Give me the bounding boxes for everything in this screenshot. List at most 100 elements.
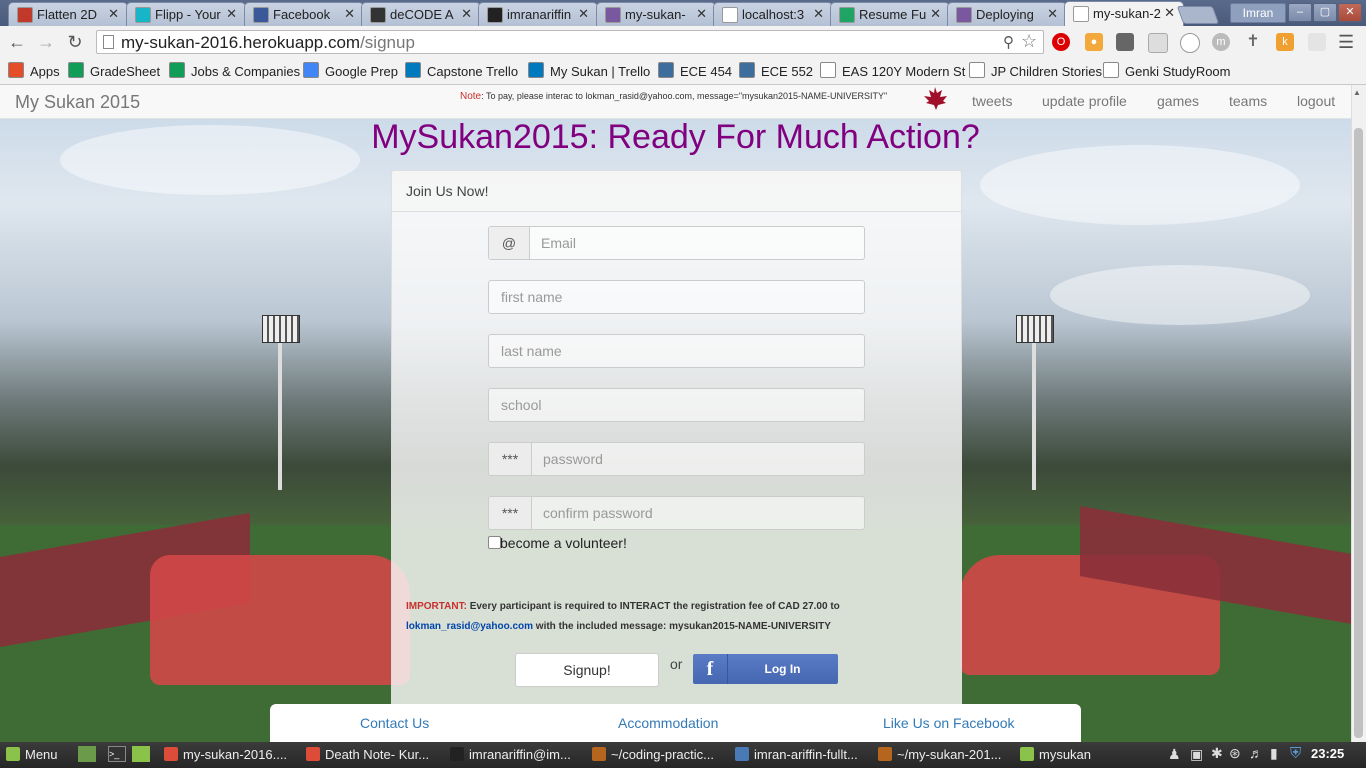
tab-close-icon[interactable]: ✕ bbox=[461, 6, 472, 22]
tab-item[interactable]: Resume Fu ✕ bbox=[830, 2, 950, 26]
opera-extension-icon[interactable]: O bbox=[1052, 33, 1070, 51]
tab-close-icon[interactable]: ✕ bbox=[108, 6, 119, 22]
tab-item[interactable]: imranariffin ✕ bbox=[478, 2, 598, 26]
maximize-button[interactable]: ▢ bbox=[1313, 3, 1337, 22]
extension-icon[interactable] bbox=[1308, 33, 1326, 51]
extension-icon[interactable] bbox=[1148, 33, 1168, 53]
nav-tweets[interactable]: tweets bbox=[972, 93, 1012, 109]
bookmark-item[interactable]: GradeSheet bbox=[68, 62, 160, 80]
email-input[interactable] bbox=[529, 227, 864, 259]
tab-close-icon[interactable]: ✕ bbox=[813, 6, 824, 22]
menu-icon[interactable]: ☰ bbox=[1338, 32, 1354, 53]
extension-icon[interactable]: m bbox=[1212, 33, 1230, 51]
new-tab-button[interactable] bbox=[1176, 6, 1220, 24]
tab-item[interactable]: my-sukan- ✕ bbox=[596, 2, 716, 26]
footer-accommodation[interactable]: Accommodation bbox=[618, 715, 718, 731]
screenshot-icon[interactable]: ▣ bbox=[1190, 746, 1203, 763]
user-icon[interactable]: ♟ bbox=[1168, 746, 1181, 763]
bookmark-item[interactable]: ECE 552 bbox=[739, 62, 813, 80]
scrollbar-thumb[interactable] bbox=[1354, 128, 1363, 738]
tab-close-icon[interactable]: ✕ bbox=[344, 6, 355, 22]
password-input[interactable] bbox=[531, 443, 864, 475]
facebook-login-button[interactable]: f Log In bbox=[693, 654, 838, 684]
volume-icon[interactable]: ♬ bbox=[1249, 745, 1263, 761]
school-input[interactable] bbox=[489, 389, 864, 421]
tab-close-icon[interactable]: ✕ bbox=[226, 6, 237, 22]
taskbar-window-item[interactable]: Death Note- Kur... bbox=[306, 744, 429, 766]
forward-icon[interactable]: → bbox=[35, 31, 57, 53]
tab-close-icon[interactable]: ✕ bbox=[930, 6, 941, 22]
bookmark-item[interactable]: Apps bbox=[8, 62, 60, 80]
scroll-up-icon[interactable]: ▲ bbox=[1353, 88, 1361, 97]
taskbar-window-item[interactable]: imranariffin@im... bbox=[450, 744, 571, 766]
extension-icon[interactable]: k bbox=[1276, 33, 1294, 51]
tab-item[interactable]: deCODE A ✕ bbox=[361, 2, 481, 26]
tab-close-icon[interactable]: ✕ bbox=[1164, 5, 1175, 21]
tab-favicon-icon bbox=[487, 7, 503, 23]
minimize-button[interactable]: – bbox=[1288, 3, 1312, 22]
nav-games[interactable]: games bbox=[1157, 93, 1199, 109]
taskbar-window-label: Death Note- Kur... bbox=[325, 747, 430, 762]
taskbar-window-item[interactable]: ~/coding-practic... bbox=[592, 744, 714, 766]
extension-icon[interactable] bbox=[1116, 33, 1134, 51]
clock[interactable]: 23:25 bbox=[1311, 746, 1344, 761]
nav-teams[interactable]: teams bbox=[1229, 93, 1267, 109]
taskbar-window-label: ~/my-sukan-201... bbox=[897, 747, 1002, 762]
bookmark-item[interactable]: ECE 454 bbox=[658, 62, 732, 80]
first-name-input[interactable] bbox=[489, 281, 864, 313]
footer-facebook-link[interactable]: Like Us on Facebook bbox=[883, 715, 1015, 731]
bookmark-item[interactable]: JP Children Stories bbox=[969, 62, 1102, 80]
nav-update-profile[interactable]: update profile bbox=[1042, 93, 1127, 109]
feather-icon[interactable]: ✝ bbox=[1244, 33, 1262, 51]
bookmark-item[interactable]: Capstone Trello bbox=[405, 62, 518, 80]
reload-icon[interactable]: ↻ bbox=[64, 31, 86, 53]
shield-icon[interactable]: ⛨ bbox=[1290, 745, 1301, 762]
bookmark-item[interactable]: Jobs & Companies bbox=[169, 62, 300, 80]
tab-item[interactable]: localhost:3 ✕ bbox=[713, 2, 833, 26]
show-desktop-icon[interactable] bbox=[78, 746, 96, 762]
panel-title: Join Us Now! bbox=[406, 183, 489, 199]
tab-close-icon[interactable]: ✕ bbox=[696, 6, 707, 22]
wifi-icon[interactable]: ⊛ bbox=[1229, 745, 1241, 762]
bluetooth-icon[interactable]: ✱ bbox=[1211, 745, 1223, 762]
tab-favicon-icon bbox=[1073, 6, 1089, 22]
bookmark-item[interactable]: EAS 120Y Modern St bbox=[820, 62, 965, 80]
taskbar-window-item[interactable]: ~/my-sukan-201... bbox=[878, 744, 1001, 766]
signup-button[interactable]: Signup! bbox=[515, 653, 659, 687]
confirm-password-input[interactable] bbox=[531, 497, 864, 529]
tab-item[interactable]: Facebook ✕ bbox=[244, 2, 364, 26]
taskbar-window-item[interactable]: mysukan bbox=[1020, 744, 1091, 766]
tab-item[interactable]: Flatten 2D ✕ bbox=[8, 2, 128, 26]
bookmark-item[interactable]: Google Prep bbox=[303, 62, 398, 80]
tab-item[interactable]: Flipp - Your ✕ bbox=[126, 2, 246, 26]
key-icon[interactable]: ⚲ bbox=[1003, 33, 1014, 51]
tab-close-icon[interactable]: ✕ bbox=[578, 6, 589, 22]
extension-icon[interactable] bbox=[1180, 33, 1200, 53]
files-launcher-icon[interactable] bbox=[132, 746, 150, 762]
site-brand[interactable]: My Sukan 2015 bbox=[15, 92, 140, 113]
start-menu-button[interactable]: Menu bbox=[6, 744, 58, 766]
tab-favicon-icon bbox=[253, 7, 269, 23]
close-window-button[interactable]: ✕ bbox=[1338, 3, 1362, 22]
bookmark-item[interactable]: Genki StudyRoom bbox=[1103, 62, 1231, 80]
tab-item[interactable]: Deploying ✕ bbox=[947, 2, 1067, 26]
tab-item[interactable]: my-sukan-2 ✕ bbox=[1064, 1, 1184, 26]
star-icon[interactable]: ☆ bbox=[1021, 31, 1037, 52]
back-icon[interactable]: ← bbox=[6, 31, 28, 53]
volunteer-label[interactable]: become a volunteer! bbox=[500, 535, 627, 551]
taskbar-window-item[interactable]: imran-ariffin-fullt... bbox=[735, 744, 858, 766]
bookmark-item[interactable]: My Sukan | Trello bbox=[528, 62, 650, 80]
address-bar[interactable]: my-sukan-2016.herokuapp.com/signup ⚲ ☆ bbox=[96, 30, 1044, 54]
battery-icon[interactable]: ▮ bbox=[1270, 745, 1278, 762]
payment-email-link[interactable]: lokman_rasid@yahoo.com bbox=[406, 621, 533, 632]
extension-icon[interactable]: ● bbox=[1085, 33, 1103, 51]
nav-logout[interactable]: logout bbox=[1297, 93, 1335, 109]
terminal-launcher-icon[interactable]: >_ bbox=[108, 746, 126, 762]
last-name-input[interactable] bbox=[489, 335, 864, 367]
profile-button[interactable]: Imran bbox=[1230, 3, 1286, 23]
url-path: /signup bbox=[360, 33, 415, 52]
footer-contact-us[interactable]: Contact Us bbox=[360, 715, 429, 731]
tab-close-icon[interactable]: ✕ bbox=[1047, 6, 1058, 22]
url-text: my-sukan-2016.herokuapp.com/signup bbox=[121, 33, 415, 53]
taskbar-window-item[interactable]: my-sukan-2016.... bbox=[164, 744, 287, 766]
